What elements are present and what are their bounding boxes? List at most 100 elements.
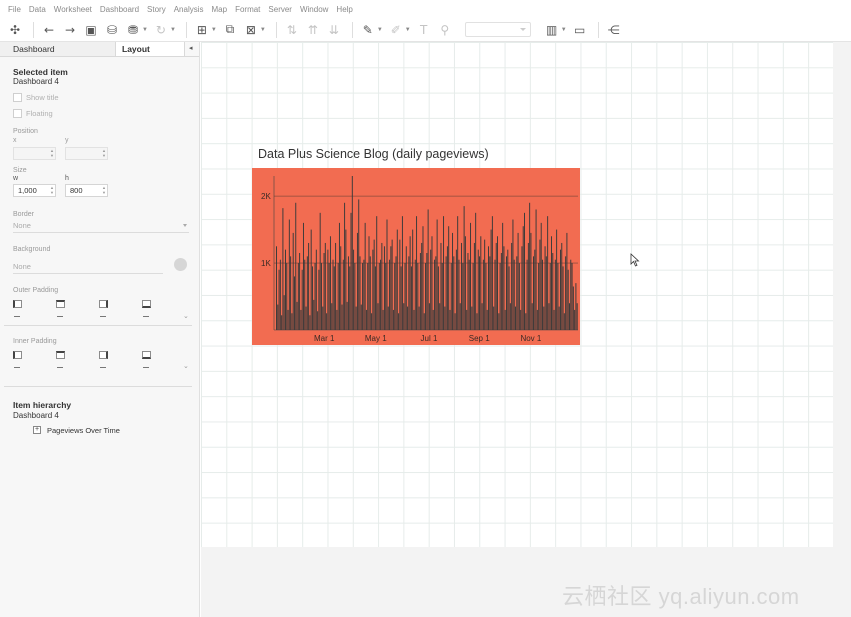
chevron-down-icon[interactable]: ▼	[377, 27, 383, 33]
group-icon[interactable]: ✐	[387, 21, 405, 39]
toolbar-separator	[185, 21, 187, 38]
menu-item-story[interactable]: Story	[147, 5, 166, 14]
chart-bar	[462, 263, 464, 330]
padding-bottom-value[interactable]	[143, 367, 149, 368]
highlight-icon[interactable]: ✎	[359, 21, 377, 39]
background-color-swatch[interactable]	[174, 258, 187, 271]
menu-item-analysis[interactable]: Analysis	[174, 5, 204, 14]
dashboard-grid: Data Plus Science Blog (daily pageviews)…	[201, 42, 833, 547]
border-dropdown[interactable]: None	[13, 221, 189, 233]
tab-layout[interactable]: Layout	[115, 42, 185, 56]
menu-item-worksheet[interactable]: Worksheet	[54, 5, 92, 14]
show-cards-icon[interactable]: ▥	[543, 21, 561, 39]
padding-left-icon[interactable]	[13, 300, 22, 308]
chart-bar	[398, 313, 400, 330]
presentation-icon[interactable]: ▭	[571, 21, 589, 39]
padding-right-value[interactable]	[100, 316, 106, 317]
duplicate-sheet-icon[interactable]: ⧉	[221, 21, 239, 39]
menu-item-server[interactable]: Server	[268, 5, 292, 14]
sort-descending-icon[interactable]: ⇊	[325, 21, 343, 39]
chart-bar	[391, 239, 393, 330]
redo-icon[interactable]: →	[61, 21, 79, 39]
chevron-down-icon[interactable]: ▼	[405, 27, 411, 33]
pin-icon[interactable]: ⚲	[436, 21, 454, 39]
new-worksheet-icon[interactable]: ⊞	[193, 21, 211, 39]
chart-bar	[315, 249, 317, 330]
undo-icon[interactable]: ←	[40, 21, 58, 39]
chevron-down-icon[interactable]: ▼	[142, 27, 148, 33]
stepper-arrows-icon[interactable]: ▲ ▼	[50, 148, 54, 158]
chevron-down-icon[interactable]: ⌄	[183, 362, 189, 370]
chart-bar	[506, 256, 507, 330]
chevron-down-icon[interactable]: ▼	[170, 27, 176, 33]
chart-bar	[553, 309, 555, 330]
hierarchy-child[interactable]: Pageviews Over Time	[47, 426, 120, 435]
padding-bottom-value[interactable]	[143, 316, 149, 317]
height-field[interactable]: 800 ▲ ▼	[65, 184, 108, 197]
padding-right-icon[interactable]	[99, 351, 108, 359]
chart-bar	[561, 242, 563, 330]
menu-item-help[interactable]: Help	[336, 5, 352, 14]
chevron-down-icon[interactable]: ▼	[561, 27, 567, 33]
padding-top-value[interactable]	[57, 316, 63, 317]
label-icon[interactable]: T	[415, 21, 433, 39]
chart-bar	[427, 209, 429, 330]
share-icon[interactable]: ⋲	[605, 21, 623, 39]
clear-sheet-icon[interactable]: ⊠	[242, 21, 260, 39]
chart-bar	[570, 259, 572, 330]
padding-right-value[interactable]	[100, 367, 106, 368]
chart-bar	[445, 256, 447, 330]
x-position-field[interactable]: ▲ ▼	[13, 147, 56, 160]
hierarchy-root[interactable]: Dashboard 4	[13, 411, 59, 420]
chart-bar	[428, 303, 430, 330]
chart-container[interactable]: 1K 2K Mar 1 May 1 Jul 1 Sep 1 Nov 1	[252, 168, 580, 345]
menu-item-dashboard[interactable]: Dashboard	[100, 5, 139, 14]
stepper-arrows-icon[interactable]: ▲ ▼	[102, 148, 106, 158]
stepper-arrows-icon[interactable]: ▲ ▼	[50, 185, 54, 195]
show-title-checkbox[interactable]	[13, 93, 22, 102]
chart-bar	[521, 246, 523, 330]
stepper-arrows-icon[interactable]: ▲ ▼	[102, 185, 106, 195]
swap-icon[interactable]: ⇅	[283, 21, 301, 39]
tab-dashboard[interactable]: Dashboard	[0, 42, 115, 56]
padding-bottom-icon[interactable]	[142, 351, 151, 359]
pause-update-icon[interactable]: ⛃	[124, 21, 142, 39]
chart-bar	[569, 303, 570, 330]
chart-bar	[410, 266, 412, 330]
padding-top-icon[interactable]	[56, 351, 65, 359]
save-icon[interactable]: ▣	[82, 21, 100, 39]
padding-left-value[interactable]	[14, 367, 20, 368]
expand-icon[interactable]: +	[33, 426, 41, 434]
chart-bar	[360, 304, 362, 330]
new-datasource-icon[interactable]: ⛁	[103, 21, 121, 39]
pane-menu-icon[interactable]: ◂	[185, 42, 193, 56]
sort-ascending-icon[interactable]: ⇈	[304, 21, 322, 39]
menu-item-file[interactable]: File	[8, 5, 21, 14]
width-field[interactable]: 1,000 ▲ ▼	[13, 184, 56, 197]
menu-item-map[interactable]: Map	[212, 5, 228, 14]
chevron-down-icon[interactable]: ▼	[260, 27, 266, 33]
padding-right-icon[interactable]	[99, 300, 108, 308]
tableau-logo-icon[interactable]: ✣	[6, 21, 24, 39]
y-position-field[interactable]: ▲ ▼	[65, 147, 108, 160]
background-dropdown[interactable]: None	[13, 262, 163, 274]
menu-item-format[interactable]: Format	[235, 5, 260, 14]
item-hierarchy-title: Item hierarchy	[13, 400, 72, 410]
menu-bar: File Data Worksheet Dashboard Story Analysis M…	[0, 0, 851, 18]
padding-left-icon[interactable]	[13, 351, 22, 359]
chart-bar	[459, 303, 461, 330]
chevron-down-icon[interactable]: ▼	[211, 27, 217, 33]
refresh-icon[interactable]: ↻	[152, 21, 170, 39]
chart-bar	[511, 242, 513, 330]
menu-item-data[interactable]: Data	[29, 5, 46, 14]
padding-bottom-icon[interactable]	[142, 300, 151, 308]
menu-item-window[interactable]: Window	[300, 5, 328, 14]
padding-top-icon[interactable]	[56, 300, 65, 308]
floating-checkbox[interactable]	[13, 109, 22, 118]
chart-bar	[332, 259, 334, 330]
fit-dropdown[interactable]	[464, 22, 531, 37]
pageviews-bar-chart[interactable]: 1K 2K Mar 1 May 1 Jul 1 Sep 1 Nov 1	[252, 168, 580, 345]
chevron-down-icon[interactable]: ⌄	[183, 312, 189, 320]
padding-left-value[interactable]	[14, 316, 20, 317]
padding-top-value[interactable]	[57, 367, 63, 368]
